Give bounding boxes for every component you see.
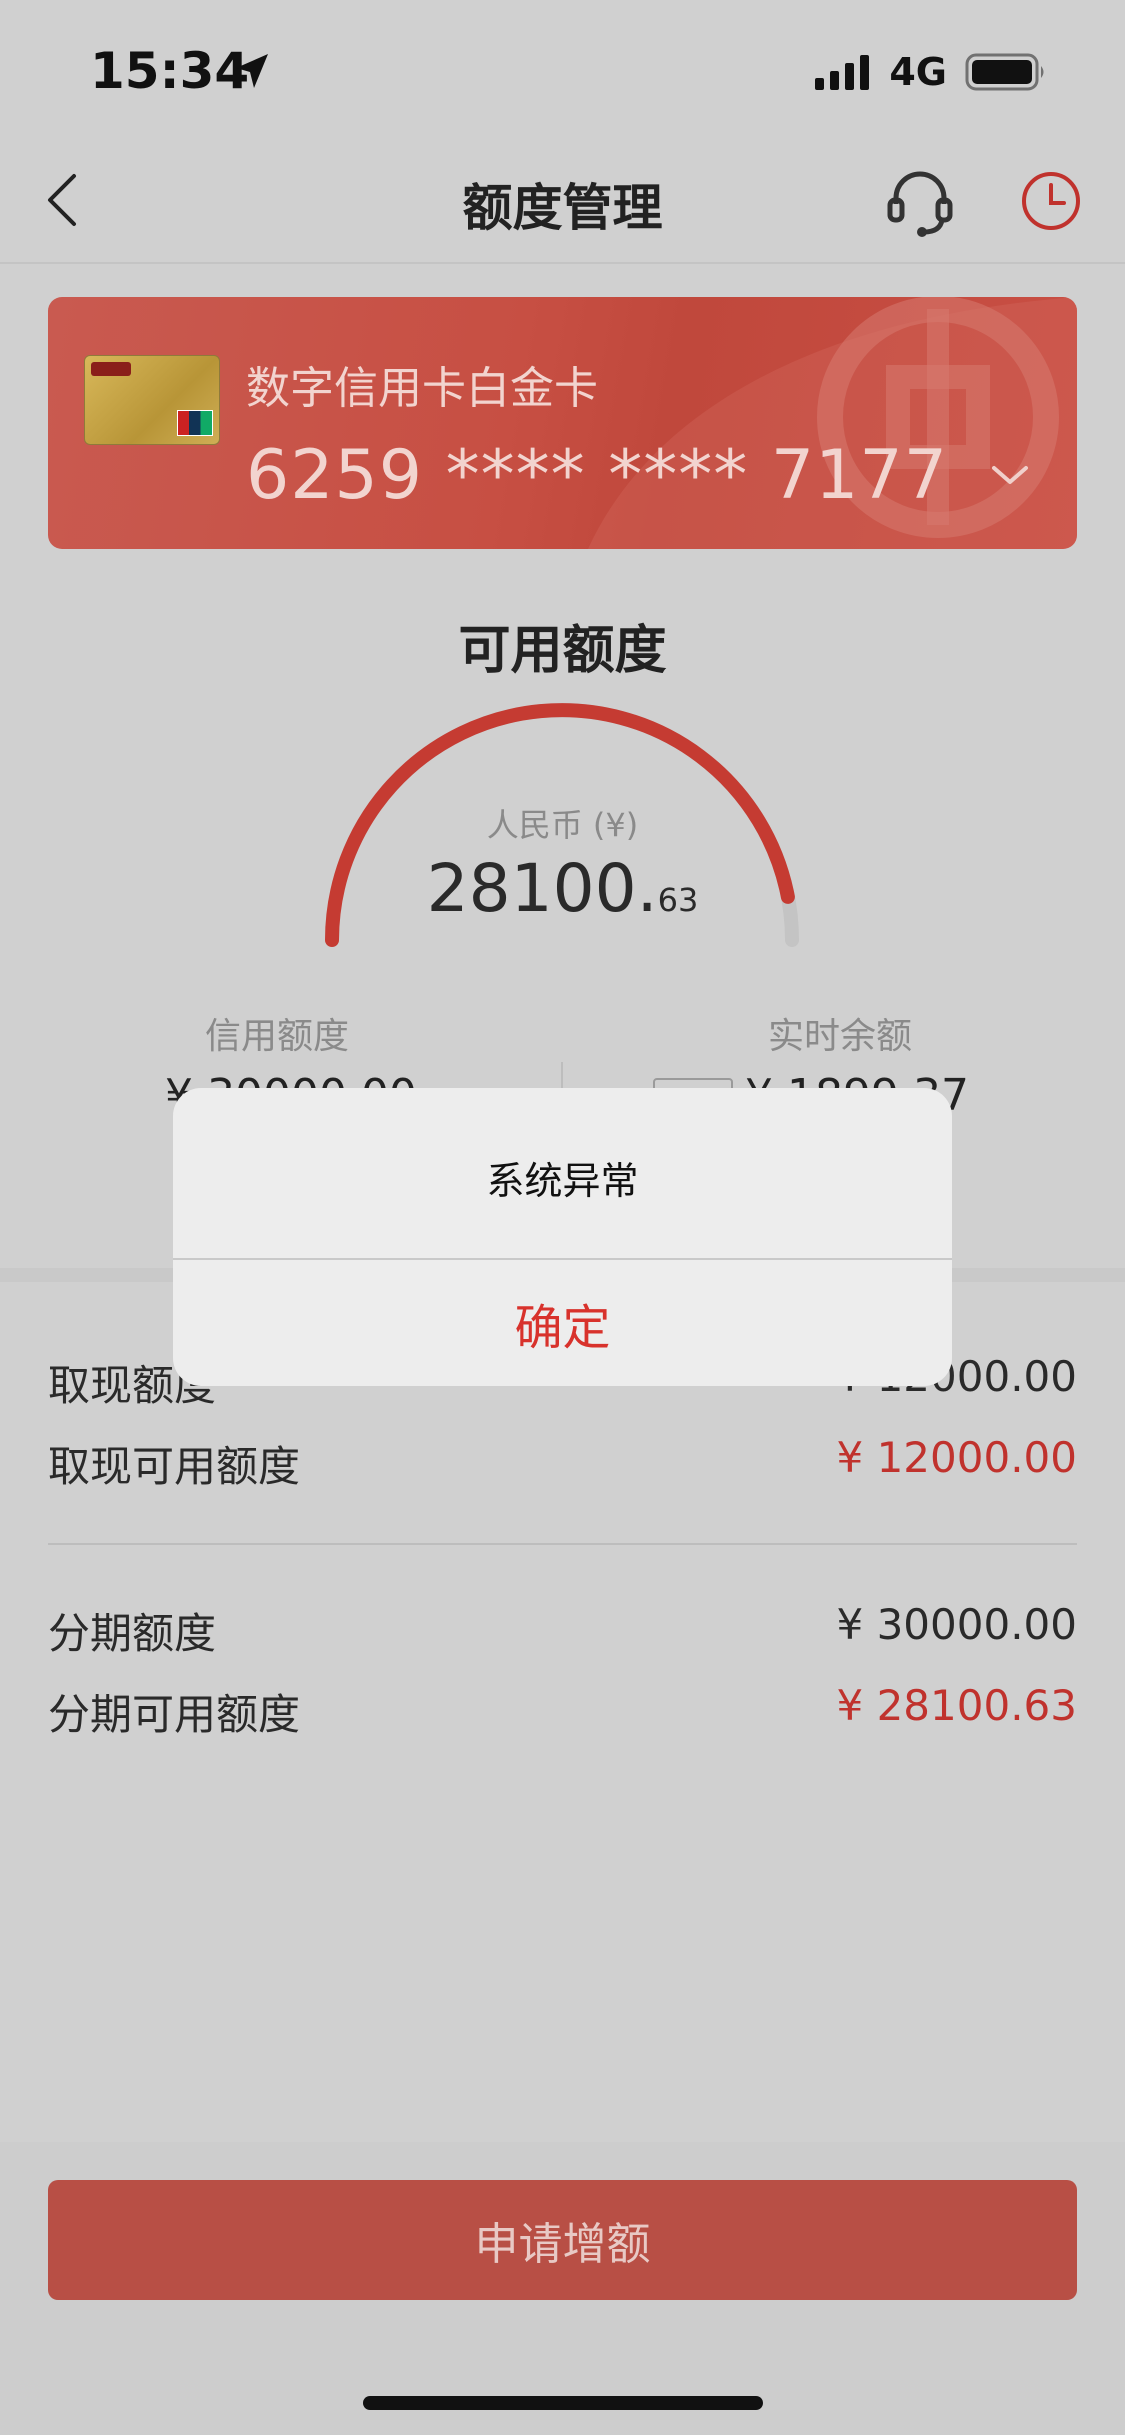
cash-available-label: 取现可用额度 [48, 1442, 301, 1491]
installment-limit-value: ¥ 30000.00 [836, 1600, 1077, 1649]
installment-available-value: ¥ 28100.63 [836, 1681, 1077, 1730]
row-divider [48, 1543, 1077, 1545]
alert-message: 系统异常 [486, 1159, 639, 1203]
network-type: 4G [889, 50, 947, 94]
currency-label: 人民币 (¥) [486, 806, 639, 844]
status-time: 15:34 [90, 42, 250, 100]
realtime-balance-label: 实时余额 [768, 1016, 913, 1057]
location-arrow-icon [236, 54, 268, 88]
card-thumbnail [84, 355, 220, 445]
credit-limit-label: 信用额度 [205, 1016, 350, 1057]
customer-service-headset-icon[interactable] [884, 166, 956, 238]
cash-available-value: ¥ 12000.00 [836, 1433, 1077, 1482]
available-amount: 28100.63 [0, 850, 1125, 927]
alert-dialog: 系统异常 确定 [173, 1088, 952, 1386]
card-name: 数字信用卡白金卡 [246, 363, 598, 414]
alert-confirm-button[interactable]: 确定 [173, 1260, 952, 1386]
available-amount-integer: 28100. [426, 850, 658, 927]
history-clock-icon[interactable] [1018, 168, 1084, 234]
nav-divider [0, 262, 1125, 264]
page-title: 额度管理 [462, 179, 663, 237]
status-indicators: 4G [813, 50, 1047, 94]
card-number: 6259 **** **** 7177 [246, 436, 948, 515]
installment-limit-label: 分期额度 [48, 1609, 217, 1658]
installment-available-label: 分期可用额度 [48, 1690, 301, 1739]
signal-icon [815, 55, 870, 90]
available-amount-decimal: 63 [657, 881, 699, 919]
available-limit-title: 可用额度 [458, 621, 667, 681]
chevron-down-icon[interactable] [990, 462, 1030, 488]
home-indicator [363, 2396, 763, 2410]
apply-increase-button[interactable]: 申请增额 [48, 2180, 1077, 2300]
battery-icon [965, 53, 1044, 91]
